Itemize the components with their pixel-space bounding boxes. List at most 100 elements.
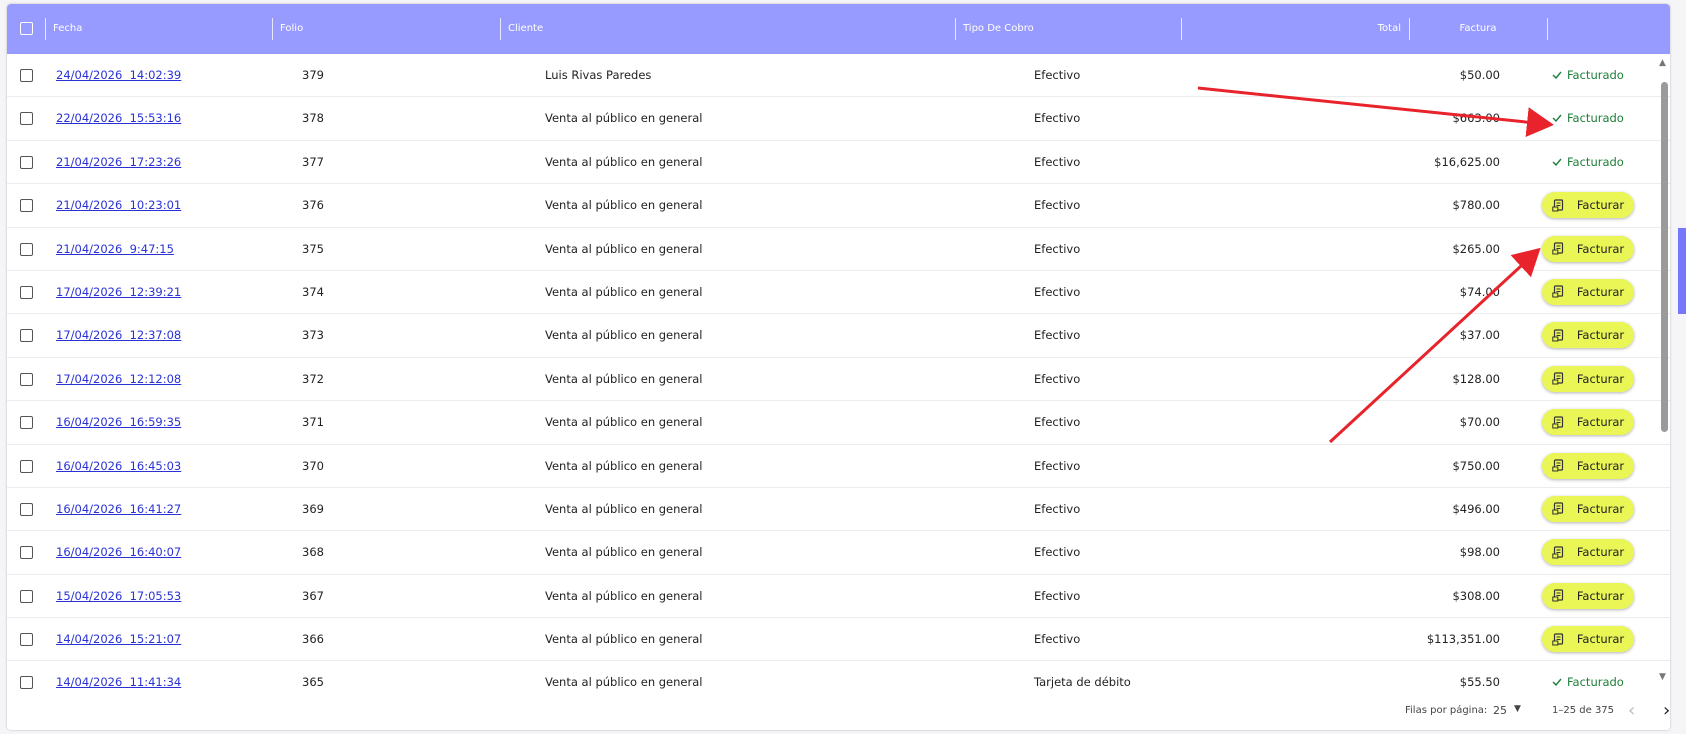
cliente-cell: Venta al público en general [545,415,703,430]
row-checkbox[interactable] [20,329,33,343]
row-checkbox[interactable] [20,199,33,213]
table-row[interactable]: 14/04/2026 11:41:34 365 Venta al público… [7,661,1670,692]
row-checkbox[interactable] [20,502,33,516]
chevron-right-icon[interactable]: › [1663,700,1670,721]
fecha-link[interactable]: 17/04/2026 12:39:21 [56,271,181,314]
scrollbar-thumb[interactable] [1661,82,1668,432]
fecha-link[interactable]: 21/04/2026 17:23:26 [56,141,181,184]
fecha-link[interactable]: 21/04/2026 10:23:01 [56,184,181,227]
cliente-cell: Venta al público en general [545,198,703,213]
cliente-cell: Venta al público en general [545,632,703,647]
table-row[interactable]: 16/04/2026 16:45:03 370 Venta al público… [7,445,1670,488]
caret-down-icon[interactable]: ▼ [1514,704,1521,714]
facturar-button[interactable]: Facturar [1542,192,1634,219]
table-row[interactable]: 16/04/2026 16:41:27 369 Venta al público… [7,488,1670,532]
facturado-status: Facturado [1552,141,1624,184]
fecha-link[interactable]: 14/04/2026 15:21:07 [56,618,181,661]
facturar-button[interactable]: Facturar [1542,322,1634,349]
fecha-link[interactable]: 16/04/2026 16:40:07 [56,531,181,574]
table-row[interactable]: 16/04/2026 16:40:07 368 Venta al público… [7,531,1670,575]
table-row[interactable]: 16/04/2026 16:59:35 371 Venta al público… [7,401,1670,445]
total-cell: $113,351.00 [1426,632,1500,647]
invoice-icon [1552,199,1571,212]
fecha-link[interactable]: 14/04/2026 11:41:34 [56,661,181,692]
table-row[interactable]: 17/04/2026 12:12:08 372 Venta al público… [7,358,1670,402]
row-checkbox[interactable] [20,589,33,603]
row-checkbox[interactable] [20,416,33,430]
folio-cell: 365 [302,675,324,690]
row-checkbox[interactable] [20,242,33,256]
row-checkbox[interactable] [20,285,33,299]
facturar-button[interactable]: Facturar [1542,235,1634,262]
check-icon [1552,111,1562,125]
table-row[interactable]: 14/04/2026 15:21:07 366 Venta al público… [7,618,1670,662]
facturar-button[interactable]: Facturar [1542,365,1634,392]
facturar-button[interactable]: Facturar [1542,539,1634,566]
cliente-cell: Venta al público en general [545,371,703,386]
fecha-link[interactable]: 21/04/2026 9:47:15 [56,228,174,271]
total-cell: $780.00 [1452,198,1500,213]
header-fecha[interactable]: Fecha [45,4,273,54]
header-folio[interactable]: Folio [272,4,500,54]
facturar-button[interactable]: Facturar [1542,409,1634,436]
row-checkbox[interactable] [20,69,33,82]
row-checkbox[interactable] [20,676,33,690]
facturar-button[interactable]: Facturar [1542,582,1634,609]
fecha-link[interactable]: 16/04/2026 16:41:27 [56,488,181,531]
rows-per-page-select[interactable]: 25 [1493,704,1507,717]
fecha-link[interactable]: 15/04/2026 17:05:53 [56,575,181,618]
table-row[interactable]: 21/04/2026 9:47:15 375 Venta al público … [7,228,1670,271]
header-tipo-de-cobro[interactable]: Tipo De Cobro [955,4,1181,54]
header-total[interactable]: Total [1181,4,1409,54]
table-header: Fecha Folio Cliente Tipo De Cobro Total … [7,4,1670,54]
scroll-down-arrow-icon[interactable]: ▼ [1659,672,1666,682]
tipo-cobro-cell: Efectivo [1034,198,1081,213]
header-factura[interactable]: Factura [1409,4,1547,54]
select-all-checkbox[interactable] [20,22,33,35]
row-checkbox[interactable] [20,372,33,386]
fecha-link[interactable]: 16/04/2026 16:45:03 [56,445,181,488]
invoice-icon [1552,632,1571,646]
folio-cell: 371 [302,415,324,430]
cliente-cell: Venta al público en general [545,545,703,560]
fecha-link[interactable]: 16/04/2026 16:59:35 [56,401,181,444]
side-drawer-tab[interactable] [1678,228,1686,314]
table-row[interactable]: 22/04/2026 15:53:16 378 Venta al público… [7,97,1670,141]
table-row[interactable]: 17/04/2026 12:39:21 374 Venta al público… [7,271,1670,315]
folio-cell: 370 [302,458,324,473]
table-row[interactable]: 15/04/2026 17:05:53 367 Venta al público… [7,575,1670,619]
total-cell: $750.00 [1452,458,1500,473]
table-row[interactable]: 24/04/2026 14:02:39 379 Luis Rivas Pared… [7,54,1670,98]
row-checkbox[interactable] [20,155,33,169]
row-checkbox[interactable] [20,459,33,473]
pagination-range: 1–25 de 375 [1552,705,1615,716]
fecha-link[interactable]: 17/04/2026 12:12:08 [56,358,181,401]
facturar-button[interactable]: Facturar [1542,495,1634,522]
tipo-cobro-cell: Efectivo [1034,328,1081,343]
table-row[interactable]: 21/04/2026 10:23:01 376 Venta al público… [7,184,1670,228]
table-row[interactable]: 21/04/2026 17:23:26 377 Venta al público… [7,141,1670,185]
tipo-cobro-cell: Efectivo [1034,68,1081,82]
facturado-status: Facturado [1552,661,1624,692]
fecha-link[interactable]: 17/04/2026 12:37:08 [56,314,181,357]
row-checkbox[interactable] [20,112,33,126]
header-cliente[interactable]: Cliente [500,4,955,54]
chevron-left-icon[interactable]: ‹ [1628,700,1635,721]
cliente-cell: Venta al público en general [545,154,703,169]
facturar-button[interactable]: Facturar [1542,626,1634,653]
facturar-button[interactable]: Facturar [1542,278,1634,305]
tipo-cobro-cell: Efectivo [1034,588,1081,603]
invoice-icon [1552,459,1571,472]
table-row[interactable]: 17/04/2026 12:37:08 373 Venta al público… [7,314,1670,358]
fecha-link[interactable]: 22/04/2026 15:53:16 [56,97,181,140]
tipo-cobro-cell: Efectivo [1034,154,1081,169]
folio-cell: 369 [302,501,324,516]
total-cell: $128.00 [1452,371,1500,386]
row-checkbox[interactable] [20,546,33,560]
facturado-status: Facturado [1552,54,1624,97]
cliente-cell: Venta al público en general [545,111,703,126]
facturar-button[interactable]: Facturar [1542,452,1634,479]
scroll-up-arrow-icon[interactable]: ▲ [1659,58,1666,68]
fecha-link[interactable]: 24/04/2026 14:02:39 [56,54,181,97]
row-checkbox[interactable] [20,633,33,647]
